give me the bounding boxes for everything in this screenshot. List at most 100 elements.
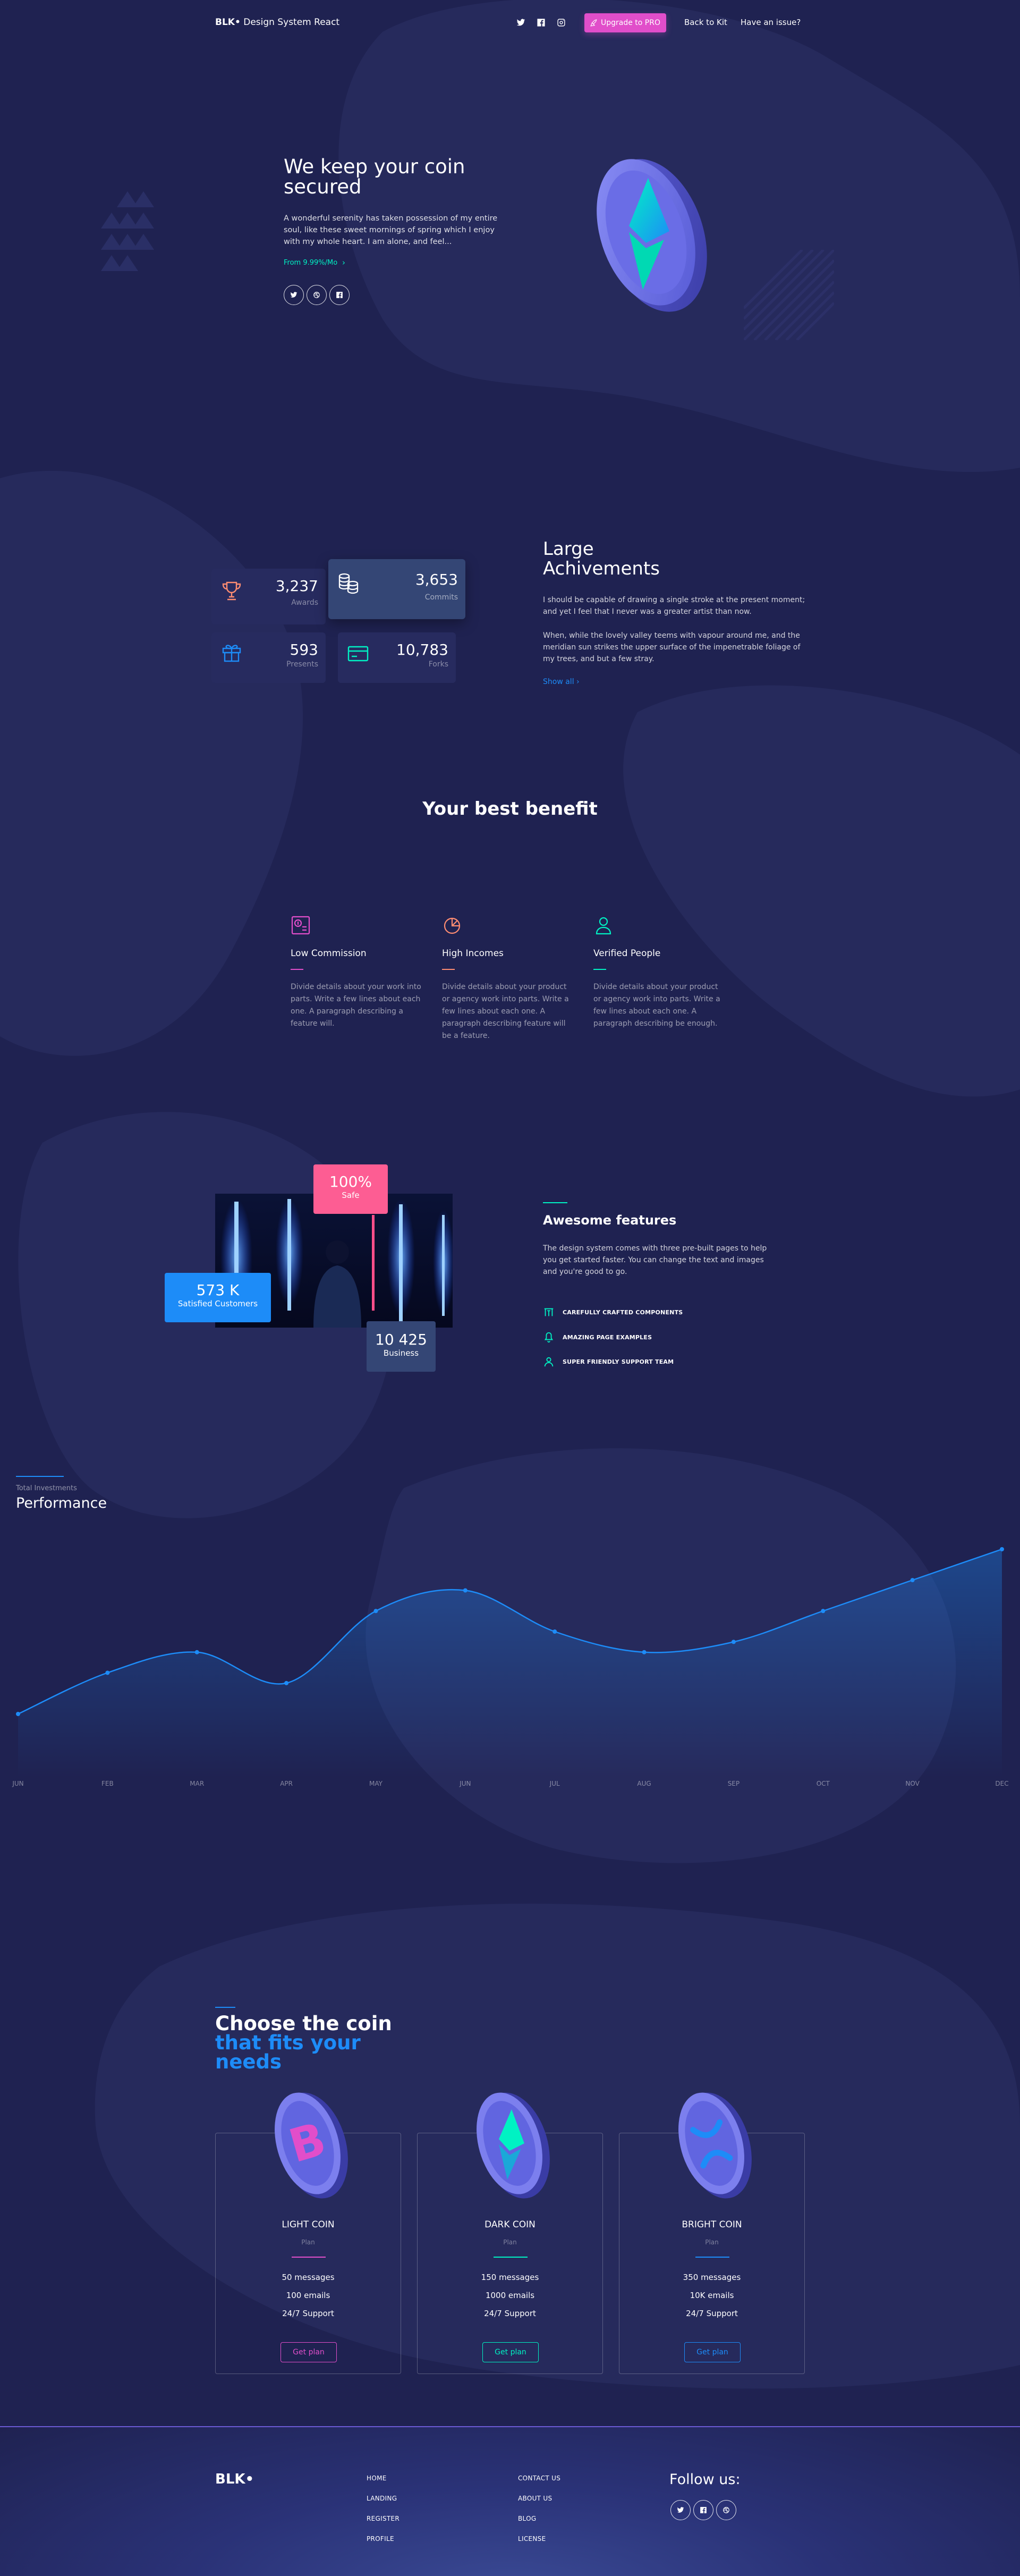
feature-label: SUPER FRIENDLY SUPPORT TEAM: [563, 1358, 674, 1365]
chevron-right-icon: ›: [576, 678, 580, 686]
get-plan-button[interactable]: Get plan: [280, 2342, 337, 2362]
pricing-card-dark: DARK COIN Plan 150 messages 1000 emails …: [417, 2092, 603, 2374]
accent-line: [16, 1476, 64, 1477]
chart-point[interactable]: [821, 1609, 826, 1614]
stat-value: 3,653: [415, 571, 458, 588]
footer-link-blog[interactable]: BLOG: [518, 2515, 536, 2522]
safe-label: Safe: [342, 1190, 360, 1200]
chart-point[interactable]: [552, 1629, 557, 1634]
footer-facebook-button[interactable]: [693, 2500, 713, 2520]
accent-line: [291, 969, 303, 970]
footer-link-contact[interactable]: CONTACT US: [518, 2474, 560, 2482]
feature-label: CAREFULLY CRAFTED COMPONENTS: [563, 1309, 683, 1316]
spaceship-icon: [590, 19, 597, 27]
performance-subtitle: Total Investments: [16, 1484, 77, 1492]
show-all-link[interactable]: Show all ›: [543, 678, 580, 686]
brand-logo: BLK•: [215, 17, 241, 28]
hero-facebook-button[interactable]: [329, 285, 350, 305]
footer-link-home[interactable]: HOME: [367, 2474, 387, 2482]
chart-point[interactable]: [731, 1640, 736, 1644]
stat-card-forks: 10,783 Forks: [338, 632, 456, 683]
accent-line: [695, 2257, 729, 2258]
chart-point[interactable]: [1000, 1547, 1004, 1551]
coins-icon: [338, 573, 359, 594]
footer-link-about[interactable]: ABOUT US: [518, 2495, 552, 2502]
business-badge: 10 425 Business: [367, 1321, 436, 1372]
chart-x-tick-label: OCT: [817, 1780, 830, 1787]
stat-card-presents: 593 Presents: [211, 632, 326, 683]
hero-twitter-button[interactable]: [284, 285, 304, 305]
pricing-card-bright: BRIGHT COIN Plan 350 messages 10K emails…: [619, 2092, 805, 2374]
business-value: 10 425: [375, 1331, 427, 1348]
benefit-text: Divide details about your product or age…: [593, 983, 720, 1028]
accent-line: [593, 969, 606, 970]
get-plan-button[interactable]: Get plan: [482, 2342, 539, 2362]
accent-line: [543, 1202, 567, 1203]
back-to-kit-link[interactable]: Back to Kit: [684, 18, 727, 27]
performance-title: Performance: [16, 1495, 107, 1511]
stat-value: 593: [290, 641, 318, 658]
hero-dribbble-button[interactable]: [307, 285, 327, 305]
hero-text: A wonderful serenity has taken possessio…: [284, 214, 498, 246]
chart-x-tick-label: DEC: [995, 1780, 1008, 1787]
facebook-icon: [336, 292, 343, 298]
footer-link-register[interactable]: REGISTER: [367, 2515, 400, 2522]
chart-point[interactable]: [16, 1712, 20, 1716]
ethereum-coin-icon: [477, 2092, 550, 2199]
footer-brand[interactable]: BLK•: [215, 2471, 254, 2487]
stripe-pattern-decoration: [744, 250, 834, 340]
chart-point[interactable]: [642, 1650, 647, 1654]
chart-point[interactable]: [284, 1680, 289, 1685]
facebook-icon[interactable]: [536, 17, 546, 28]
achievements-title-line1: Large: [543, 538, 594, 560]
benefit-title: Your best benefit: [422, 798, 598, 820]
navbar: BLK• Design System React Upgrade to PRO …: [0, 0, 1020, 45]
get-plan-button[interactable]: Get plan: [684, 2342, 741, 2362]
accent-line: [494, 2257, 528, 2258]
chart-point[interactable]: [910, 1578, 915, 1583]
chart-x-tick-label: MAR: [190, 1780, 204, 1787]
chart-x-tick-label: AUG: [637, 1780, 651, 1787]
issue-link[interactable]: Have an issue?: [741, 18, 801, 27]
chart-point[interactable]: [194, 1650, 199, 1654]
plan-feature: 100 emails: [286, 2291, 330, 2300]
plan-name: BRIGHT COIN: [682, 2219, 742, 2230]
safe-badge: 100% Safe: [313, 1164, 388, 1214]
accent-line: [442, 969, 455, 970]
plan-feature: 24/7 Support: [282, 2309, 334, 2318]
benefit-title: High Incomes: [442, 948, 504, 959]
customers-value: 573 K: [196, 1281, 240, 1299]
accent-line: [215, 2007, 235, 2008]
pricing-title-highlight: that fits your needs: [215, 2031, 361, 2073]
stat-label: Forks: [428, 660, 448, 669]
brand-link[interactable]: BLK• Design System React: [215, 17, 339, 28]
customers-label: Satisfied Customers: [177, 1299, 258, 1308]
instagram-icon[interactable]: [556, 17, 566, 28]
chart-x-tick-label: APR: [280, 1780, 293, 1787]
features-text: The design system comes with three pre-b…: [543, 1244, 767, 1276]
chart-pie-icon: [444, 917, 461, 934]
ripple-coin-icon: [678, 2092, 752, 2199]
chart-point[interactable]: [373, 1609, 378, 1614]
footer-link-license[interactable]: LICENSE: [518, 2535, 546, 2543]
footer-link-landing[interactable]: LANDING: [367, 2495, 397, 2502]
stat-value: 3,237: [275, 577, 318, 595]
chart-point[interactable]: [105, 1670, 110, 1675]
pricing-title: Choose the coin that fits your needs: [215, 2014, 428, 2072]
twitter-icon[interactable]: [515, 17, 526, 28]
chart-point[interactable]: [463, 1588, 468, 1593]
footer-dribbble-button[interactable]: [716, 2500, 736, 2520]
footer-link-profile[interactable]: PROFILE: [367, 2535, 394, 2543]
footer-twitter-button[interactable]: [670, 2500, 691, 2520]
single-user-icon: [596, 917, 611, 935]
upgrade-button[interactable]: Upgrade to PRO: [584, 13, 666, 32]
ethereum-coin-illustration: [597, 159, 707, 312]
plan-subtitle: Plan: [503, 2239, 517, 2246]
plan-name: DARK COIN: [484, 2219, 536, 2230]
accent-line: [292, 2257, 326, 2258]
benefit-item-low-commission: Low Commission Divide details about your…: [291, 915, 423, 1028]
hero-title: We keep your coin secured: [284, 155, 465, 198]
plan-feature: 150 messages: [481, 2273, 539, 2282]
chart-x-tick-label: NOV: [905, 1780, 920, 1787]
pricing-link[interactable]: From 9.99%/Mo: [284, 259, 337, 267]
